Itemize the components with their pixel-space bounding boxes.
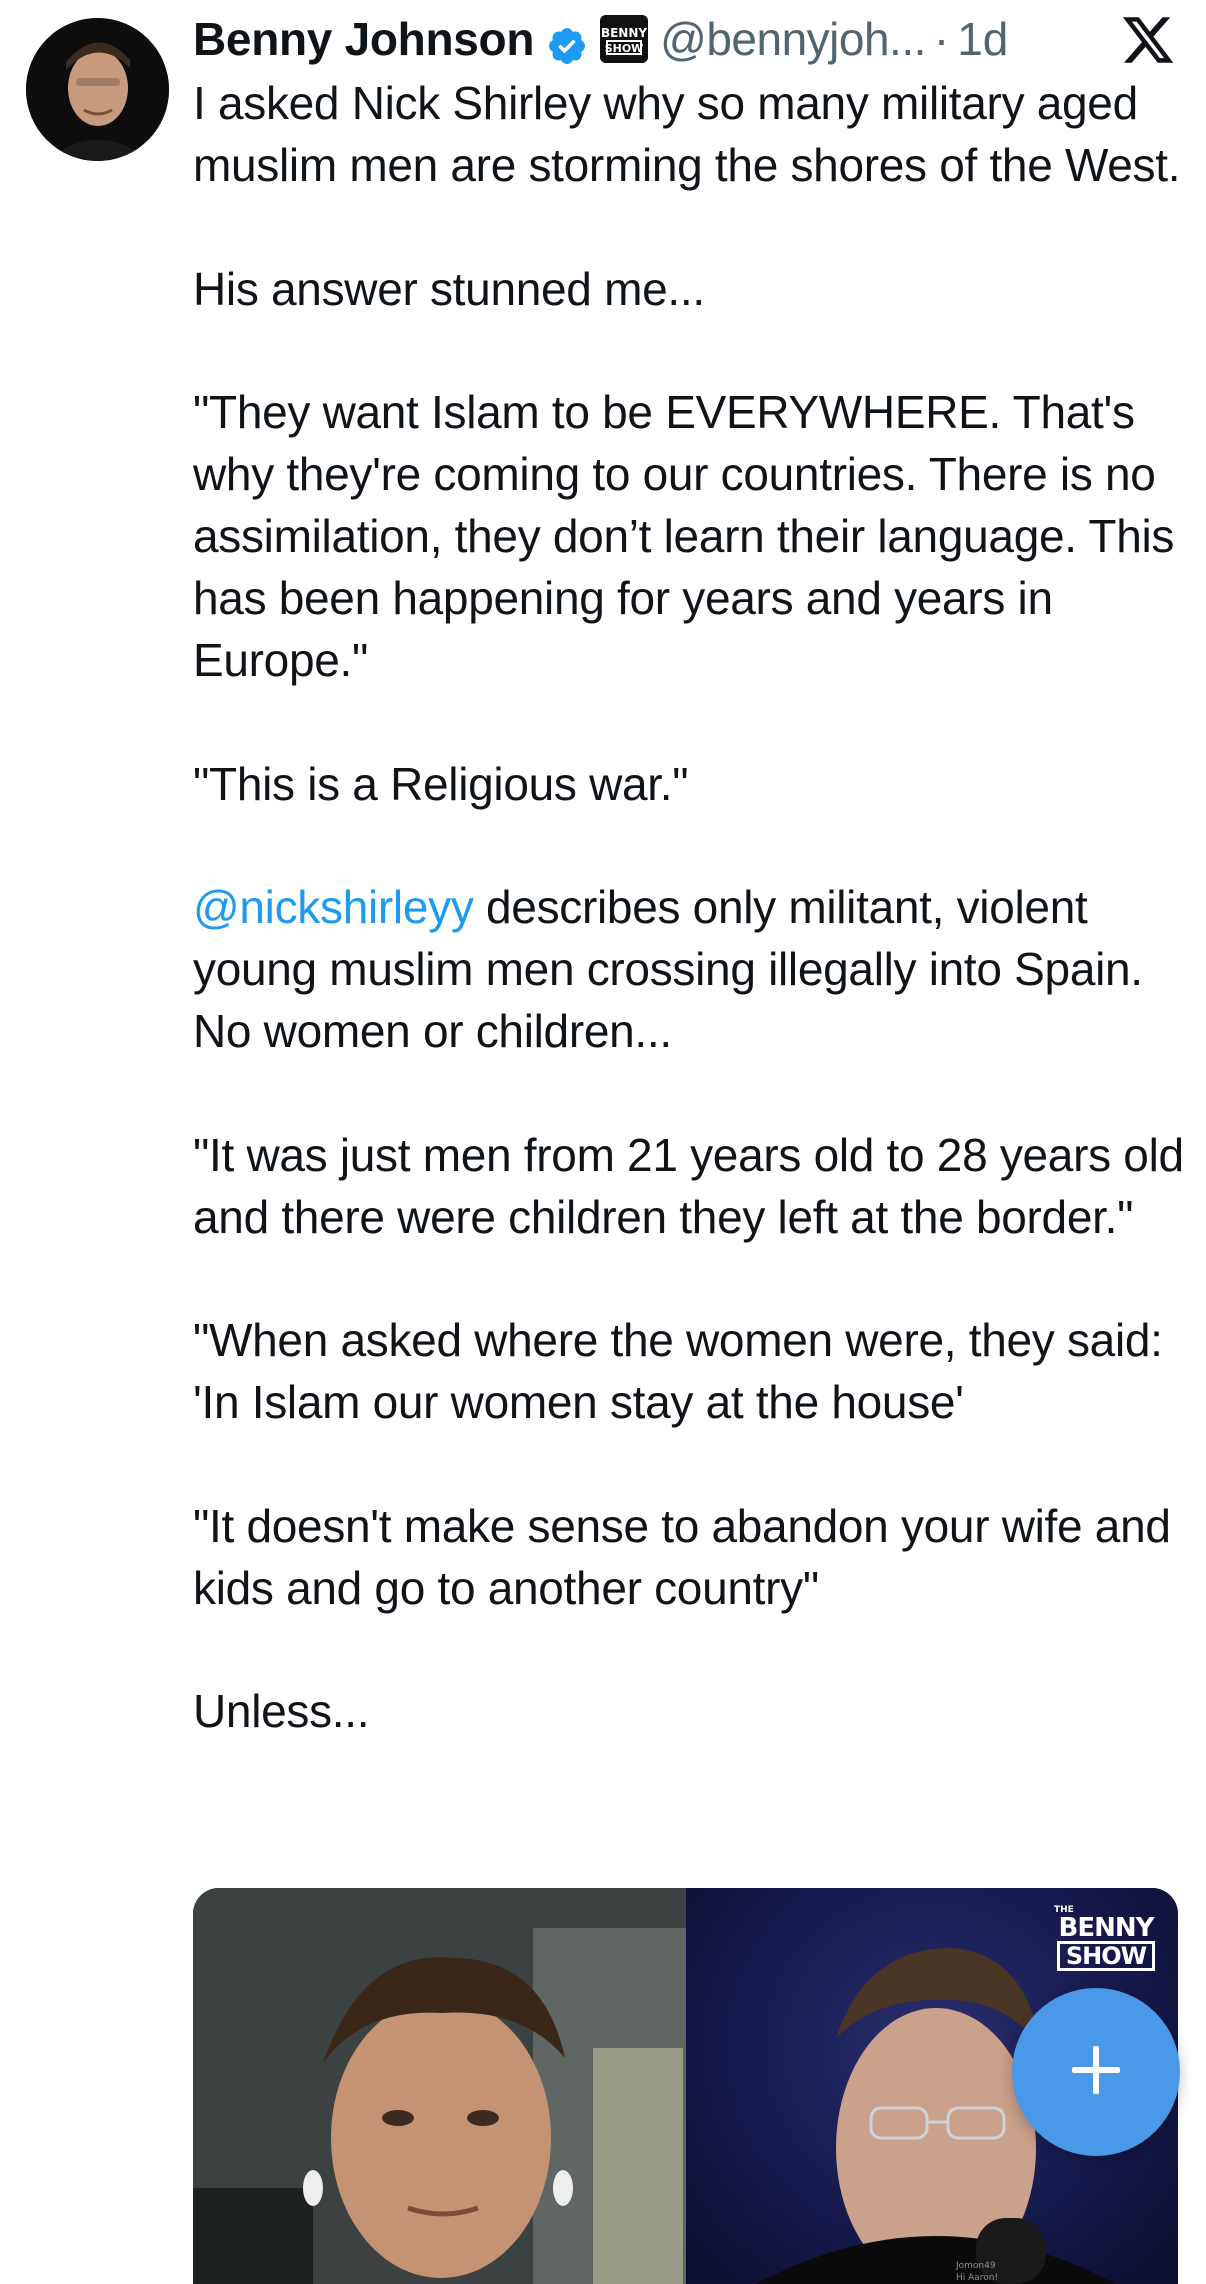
brand-top-text: BENNY [1058,1913,1155,1943]
author-handle[interactable]: @bennyjoh... [660,6,926,72]
tweet-paragraph: "This is a Religious war." [193,757,689,810]
affiliate-badge-icon[interactable]: BENNY SHOW [600,15,649,63]
video-left-panel [193,1888,686,2284]
tweet-paragraph-mention: @nickshirleyy describes only militant, v… [193,876,1193,1062]
tweet-text: I asked Nick Shirley why so many militar… [193,72,1193,1804]
plus-icon [1068,2042,1124,2103]
lower-third-name: Jomon49 [955,2261,996,2271]
separator-dot: · [933,13,950,65]
tweet[interactable]: Benny Johnson BENNY SHOW @bennyjoh... · … [0,0,1206,2284]
tweet-paragraph: His answer stunned me... [193,262,705,315]
x-logo-icon[interactable] [1120,12,1176,68]
tweet-paragraph: "It was just men from 21 years old to 28… [193,1128,1184,1243]
author-display-name[interactable]: Benny Johnson [193,6,534,72]
svg-text:BENNY: BENNY [601,26,647,40]
brand-bottom-text: SHOW [1056,1941,1156,1971]
tweet-header: Benny Johnson BENNY SHOW @bennyjoh... · … [193,6,1093,72]
compose-fab-button[interactable] [1012,1988,1180,2156]
tweet-paragraph: "It doesn't make sense to abandon your w… [193,1499,1171,1614]
avatar[interactable] [26,18,169,161]
benny-show-logo: THE BENNY SHOW [1048,1906,1164,1972]
tweet-paragraph: Unless... [193,1685,370,1737]
person-in-car-image [193,1888,686,2284]
tweet-paragraph: "When asked where the women were, they s… [193,1314,1163,1428]
verified-badge-icon [546,18,588,64]
tweet-paragraph: I asked Nick Shirley why so many militar… [193,77,1181,191]
mention-link[interactable]: @nickshirleyy [193,881,474,933]
avatar-photo [26,18,169,161]
tweet-timestamp[interactable]: 1d [957,6,1008,72]
tweet-paragraph: "They want Islam to be EVERYWHERE. That'… [193,386,1175,686]
lower-third-sub: Hi Aaron! [956,2273,998,2283]
svg-text:SHOW: SHOW [605,42,644,55]
